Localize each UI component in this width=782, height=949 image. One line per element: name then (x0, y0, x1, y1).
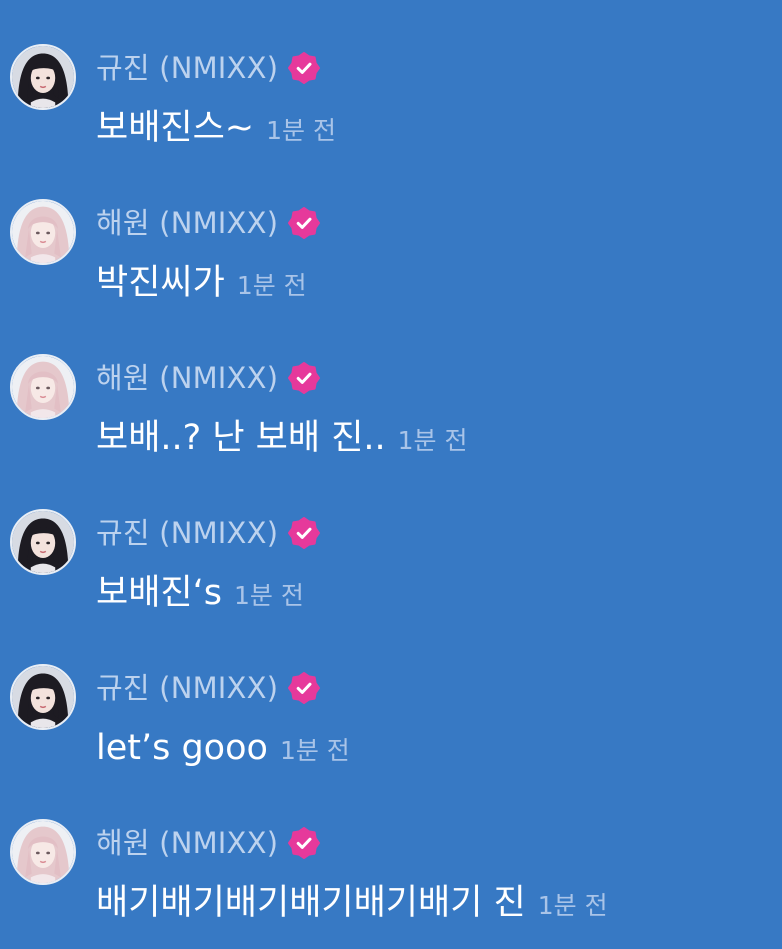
chat-list: 규진 (NMIXX) 보배진스~ 1분 전 해원 (NMIXX) 박진씨가 1분… (0, 0, 782, 934)
message-text: 박진씨가 (96, 263, 225, 303)
message-text: 보배진스~ (96, 108, 255, 148)
avatar-image (12, 511, 74, 573)
message-body: 보배진‘s 1분 전 (96, 569, 304, 617)
sender-name[interactable]: 해원 (NMIXX) (96, 358, 278, 398)
message-body: 보배진스~ 1분 전 (96, 104, 336, 152)
message-text: let’s gooo (96, 728, 268, 768)
avatar[interactable] (10, 44, 76, 110)
chat-message: 규진 (NMIXX) let’s gooo 1분 전 (0, 664, 782, 794)
verified-badge-icon (288, 827, 321, 859)
sender-name[interactable]: 규진 (NMIXX) (96, 668, 278, 708)
avatar[interactable] (10, 664, 76, 730)
message-body: 박진씨가 1분 전 (96, 259, 307, 307)
avatar[interactable] (10, 199, 76, 265)
chat-message: 해원 (NMIXX) 배기배기배기배기배기배기 진 1분 전 (0, 819, 782, 949)
message-body: 배기배기배기배기배기배기 진 1분 전 (96, 879, 608, 927)
sender-row: 해원 (NMIXX) (96, 358, 321, 398)
verified-badge-icon (288, 362, 321, 394)
avatar-image (12, 201, 74, 263)
avatar-image (12, 666, 74, 728)
avatar[interactable] (10, 354, 76, 420)
sender-name[interactable]: 규진 (NMIXX) (96, 48, 278, 88)
sender-row: 규진 (NMIXX) (96, 668, 321, 708)
verified-badge-icon (288, 517, 321, 549)
sender-name[interactable]: 규진 (NMIXX) (96, 513, 278, 553)
message-text: 보배..? 난 보배 진.. (96, 418, 386, 458)
sender-name[interactable]: 해원 (NMIXX) (96, 203, 278, 243)
verified-badge-icon (288, 672, 321, 704)
message-timestamp: 1분 전 (233, 581, 304, 610)
avatar[interactable] (10, 509, 76, 575)
message-timestamp: 1분 전 (537, 891, 608, 920)
avatar-image (12, 356, 74, 418)
chat-message: 해원 (NMIXX) 보배..? 난 보배 진.. 1분 전 (0, 354, 782, 484)
verified-badge-icon (288, 52, 321, 84)
sender-name[interactable]: 해원 (NMIXX) (96, 823, 278, 863)
message-body: let’s gooo 1분 전 (96, 724, 350, 772)
chat-message: 해원 (NMIXX) 박진씨가 1분 전 (0, 199, 782, 329)
verified-badge-icon (288, 207, 321, 239)
sender-row: 규진 (NMIXX) (96, 48, 321, 88)
message-text: 보배진‘s (96, 573, 222, 613)
message-body: 보배..? 난 보배 진.. 1분 전 (96, 414, 468, 462)
avatar-image (12, 821, 74, 883)
sender-row: 해원 (NMIXX) (96, 203, 321, 243)
sender-row: 규진 (NMIXX) (96, 513, 321, 553)
sender-row: 해원 (NMIXX) (96, 823, 321, 863)
avatar[interactable] (10, 819, 76, 885)
message-timestamp: 1분 전 (236, 271, 307, 300)
message-timestamp: 1분 전 (266, 116, 336, 145)
message-text: 배기배기배기배기배기배기 진 (96, 883, 526, 923)
message-timestamp: 1분 전 (279, 736, 350, 765)
chat-message: 규진 (NMIXX) 보배진‘s 1분 전 (0, 509, 782, 639)
avatar-image (12, 46, 74, 108)
message-timestamp: 1분 전 (397, 426, 468, 455)
chat-message: 규진 (NMIXX) 보배진스~ 1분 전 (0, 44, 782, 174)
